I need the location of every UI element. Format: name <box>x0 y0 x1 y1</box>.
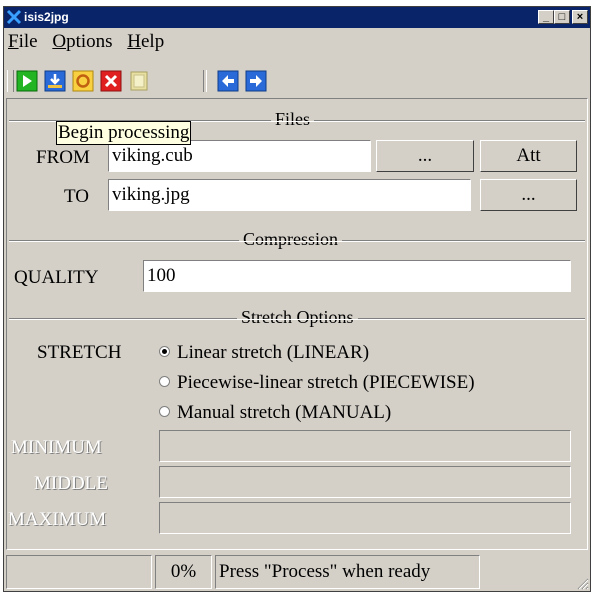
radio-linear[interactable]: Linear stretch (LINEAR) <box>159 342 369 364</box>
radio-manual-label: Manual stretch (MANUAL) <box>177 402 392 423</box>
minimum-label: MINIMUM <box>11 437 102 458</box>
radio-piecewise[interactable]: Piecewise-linear stretch (PIECEWISE) <box>159 372 475 394</box>
compression-group-title: Compression <box>239 229 343 250</box>
begin-processing-tooltip: Begin processing <box>56 121 192 145</box>
radio-piecewise-label: Piecewise-linear stretch (PIECEWISE) <box>177 372 475 393</box>
play-icon[interactable] <box>16 70 38 92</box>
app-x-icon <box>6 9 22 25</box>
menu-options[interactable]: Options <box>52 31 112 53</box>
to-browse-button[interactable]: ... <box>480 179 577 211</box>
status-message: Press "Process" when ready <box>215 555 480 589</box>
middle-label: MIDDLE <box>34 473 108 494</box>
clipboard-icon[interactable] <box>128 70 150 92</box>
toolbar <box>4 67 590 97</box>
import-icon[interactable] <box>44 70 66 92</box>
reset-icon[interactable] <box>72 70 94 92</box>
main-window: isis2jpg _ □ × File Options Help Files F… <box>3 6 591 592</box>
compression-group: Compression <box>9 229 585 250</box>
menu-help[interactable]: Help <box>127 31 164 53</box>
radio-manual-indicator <box>159 406 170 417</box>
progress-percent: 0% <box>155 555 212 589</box>
to-field[interactable]: viking.jpg <box>108 179 471 211</box>
title-bar[interactable]: isis2jpg _ □ × <box>4 7 590 28</box>
minimum-field <box>159 430 571 462</box>
maximum-field <box>159 502 571 534</box>
att-button[interactable]: Att <box>480 140 577 172</box>
radio-linear-label: Linear stretch (LINEAR) <box>177 342 370 363</box>
radio-piecewise-indicator <box>159 376 170 387</box>
radio-linear-indicator <box>159 346 170 357</box>
quality-field[interactable]: 100 <box>143 260 571 292</box>
minimize-button[interactable]: _ <box>538 10 554 24</box>
from-browse-button[interactable]: ... <box>376 140 474 172</box>
files-group-title: Files <box>271 109 315 130</box>
forward-arrow-icon[interactable] <box>245 70 267 92</box>
close-button[interactable]: × <box>572 10 588 24</box>
to-label: TO <box>64 186 89 207</box>
maximum-label: MAXIMUM <box>8 509 107 530</box>
window-title: isis2jpg <box>24 10 69 24</box>
stretch-label: STRETCH <box>37 342 122 363</box>
cancel-icon[interactable] <box>100 70 122 92</box>
back-arrow-icon[interactable] <box>217 70 239 92</box>
resize-grip-icon[interactable] <box>575 576 589 590</box>
radio-manual[interactable]: Manual stretch (MANUAL) <box>159 402 391 424</box>
toolbar-separator <box>203 70 207 92</box>
menu-bar: File Options Help <box>8 31 174 57</box>
maximize-button[interactable]: □ <box>554 10 570 24</box>
toolbar-grip[interactable] <box>7 70 14 92</box>
middle-field <box>159 466 571 498</box>
menu-file[interactable]: File <box>8 31 38 53</box>
quality-label: QUALITY <box>14 267 99 288</box>
status-blank-pane <box>6 555 152 589</box>
stretch-group: Stretch Options <box>9 307 585 328</box>
stretch-group-title: Stretch Options <box>237 307 358 328</box>
from-label: FROM <box>36 147 90 168</box>
